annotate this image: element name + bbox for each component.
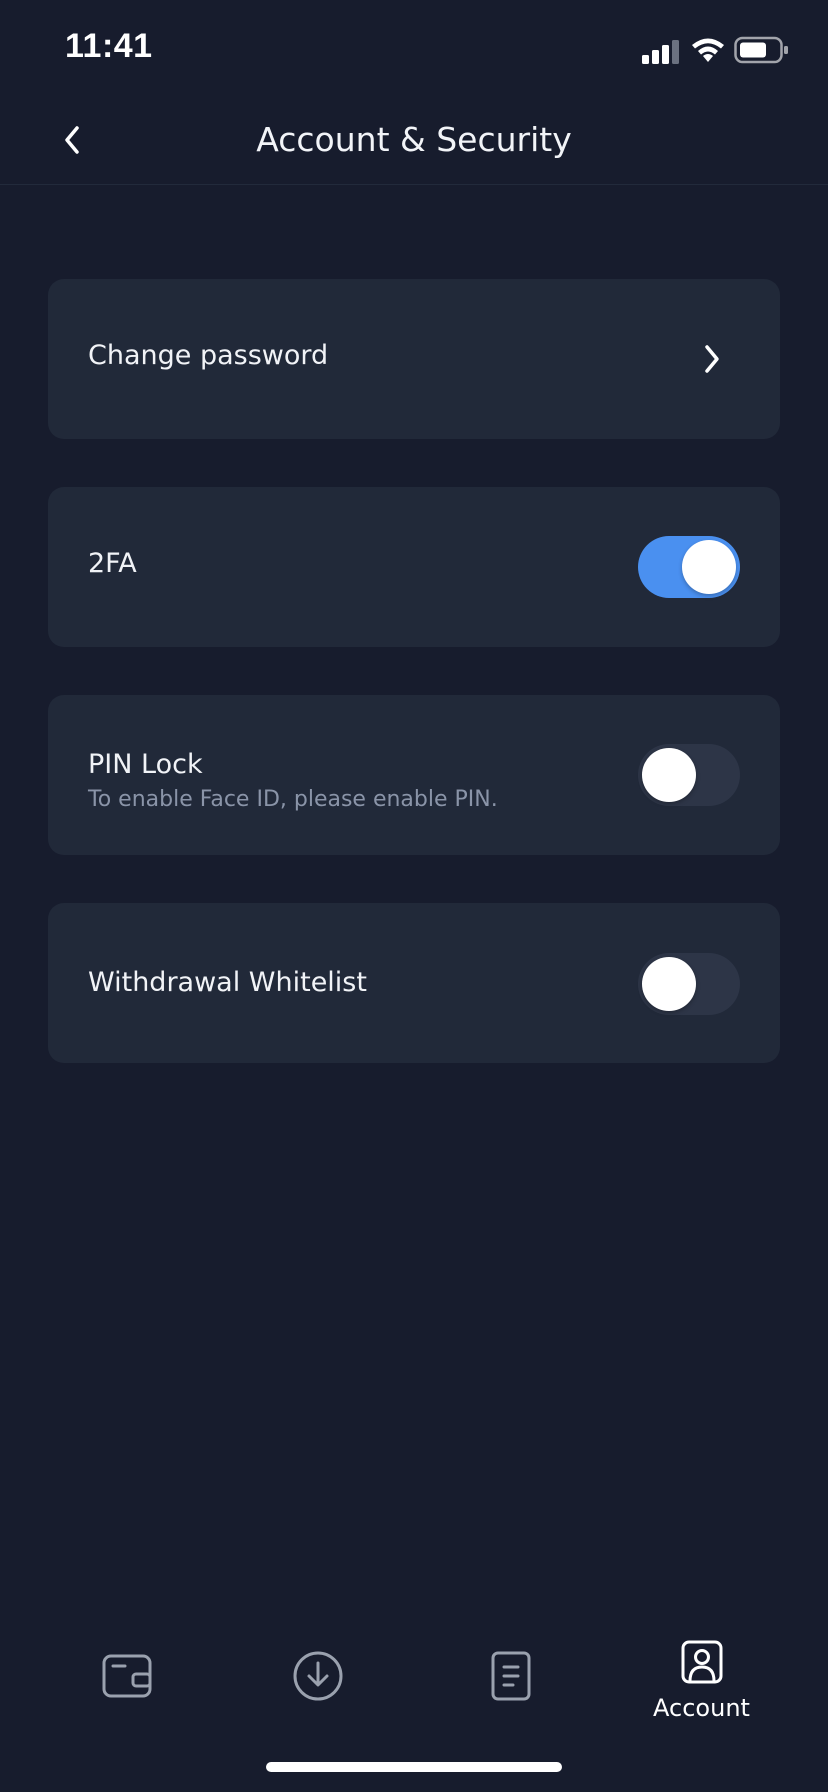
chevron-right-icon — [705, 345, 719, 373]
wifi-icon — [692, 38, 724, 62]
account-icon — [674, 1634, 730, 1690]
document-icon — [483, 1648, 539, 1704]
chevron-right-icon-wrap — [688, 335, 736, 383]
download-icon — [290, 1648, 346, 1704]
toggle-knob — [682, 540, 736, 594]
home-indicator — [266, 1762, 562, 1772]
pin-lock-row: PIN Lock To enable Face ID, please enabl… — [48, 695, 780, 855]
tab-account[interactable]: Account — [598, 1620, 805, 1730]
two-fa-row: 2FA — [48, 487, 780, 647]
change-password-row[interactable]: Change password — [48, 279, 780, 439]
tab-orders[interactable] — [407, 1620, 614, 1730]
wallet-icon — [99, 1648, 155, 1704]
two-fa-label: 2FA — [88, 548, 137, 579]
withdrawal-whitelist-toggle[interactable] — [638, 953, 740, 1015]
withdrawal-whitelist-row: Withdrawal Whitelist — [48, 903, 780, 1063]
pin-lock-toggle[interactable] — [638, 744, 740, 806]
pin-lock-label: PIN Lock — [88, 749, 203, 780]
battery-icon — [734, 36, 788, 64]
status-time: 11:41 — [65, 27, 153, 65]
nav-header: Account & Security — [0, 100, 828, 185]
two-fa-toggle[interactable] — [638, 536, 740, 598]
withdrawal-whitelist-label: Withdrawal Whitelist — [88, 967, 367, 998]
status-bar: 11:41 — [0, 0, 828, 100]
toggle-knob — [642, 748, 696, 802]
page-title: Account & Security — [256, 120, 572, 159]
tab-account-label: Account — [653, 1694, 750, 1722]
change-password-label: Change password — [88, 340, 329, 371]
cellular-signal-icon — [642, 40, 679, 64]
toggle-knob — [642, 957, 696, 1011]
pin-lock-hint: To enable Face ID, please enable PIN. — [88, 787, 498, 812]
tab-bar: Account — [0, 1620, 828, 1740]
status-icons — [618, 36, 798, 66]
tab-wallet[interactable] — [23, 1620, 230, 1730]
tab-deposit[interactable] — [214, 1620, 421, 1730]
